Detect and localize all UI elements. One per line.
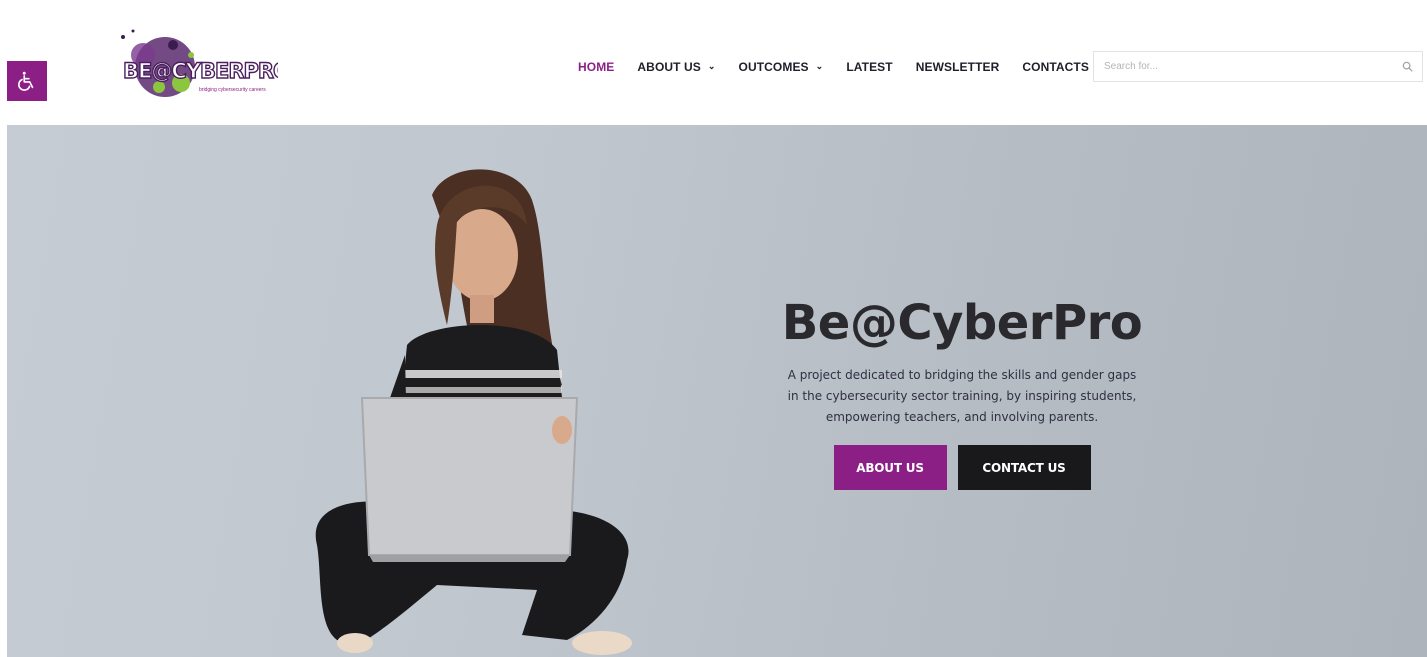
search-icon[interactable] (1402, 61, 1413, 72)
nav-item-newsletter[interactable]: NEWSLETTER (916, 60, 1000, 74)
nav-item-label: CONTACTS (1022, 60, 1089, 74)
nav-item-contacts[interactable]: CONTACTS (1022, 60, 1089, 74)
logo-text: BE@CYBERPRO (123, 59, 278, 83)
chevron-down-icon: ⌄ (815, 60, 824, 71)
site-logo[interactable]: BE@CYBERPRO bridging cybersecurity caree… (103, 25, 292, 105)
nav-item-outcomes[interactable]: OUTCOMES ⌄ (739, 60, 824, 74)
contact-us-button[interactable]: CONTACT US (957, 445, 1091, 490)
contact-us-button-label: CONTACT US (982, 460, 1066, 475)
hero-title: Be@CyberPro (781, 295, 1143, 351)
hero-photo-woman-with-laptop (315, 169, 632, 655)
wheelchair-icon (18, 71, 34, 91)
site-header: BE@CYBERPRO bridging cybersecurity caree… (0, 0, 1427, 125)
logo-tagline: bridging cybersecurity careers (199, 87, 266, 93)
hero-banner: Be@CyberPro A project dedicated to bridg… (7, 125, 1427, 657)
search-input[interactable] (1094, 52, 1384, 81)
accessibility-button[interactable] (7, 61, 47, 101)
nav-item-home[interactable]: HOME (578, 60, 614, 74)
nav-item-label: OUTCOMES (738, 60, 809, 74)
nav-item-about-us[interactable]: ABOUT US ⌄ (637, 60, 715, 74)
hero-content: Be@CyberPro A project dedicated to bridg… (767, 295, 1157, 490)
hero-buttons: ABOUT US CONTACT US (767, 445, 1157, 490)
about-us-button[interactable]: ABOUT US (833, 445, 947, 490)
chevron-down-icon: ⌄ (707, 60, 716, 71)
about-us-button-label: ABOUT US (856, 460, 924, 475)
nav-item-label: HOME (578, 60, 615, 74)
nav-item-latest[interactable]: LATEST (846, 60, 892, 74)
hero-description: A project dedicated to bridging the skil… (787, 368, 1137, 424)
main-nav: HOME ABOUT US ⌄ OUTCOMES ⌄ LATEST NEWSLE… (578, 59, 1112, 75)
nav-item-label: ABOUT US (637, 60, 701, 74)
nav-item-label: NEWSLETTER (915, 60, 1000, 74)
search-box (1093, 51, 1423, 82)
nav-item-label: LATEST (846, 60, 893, 74)
